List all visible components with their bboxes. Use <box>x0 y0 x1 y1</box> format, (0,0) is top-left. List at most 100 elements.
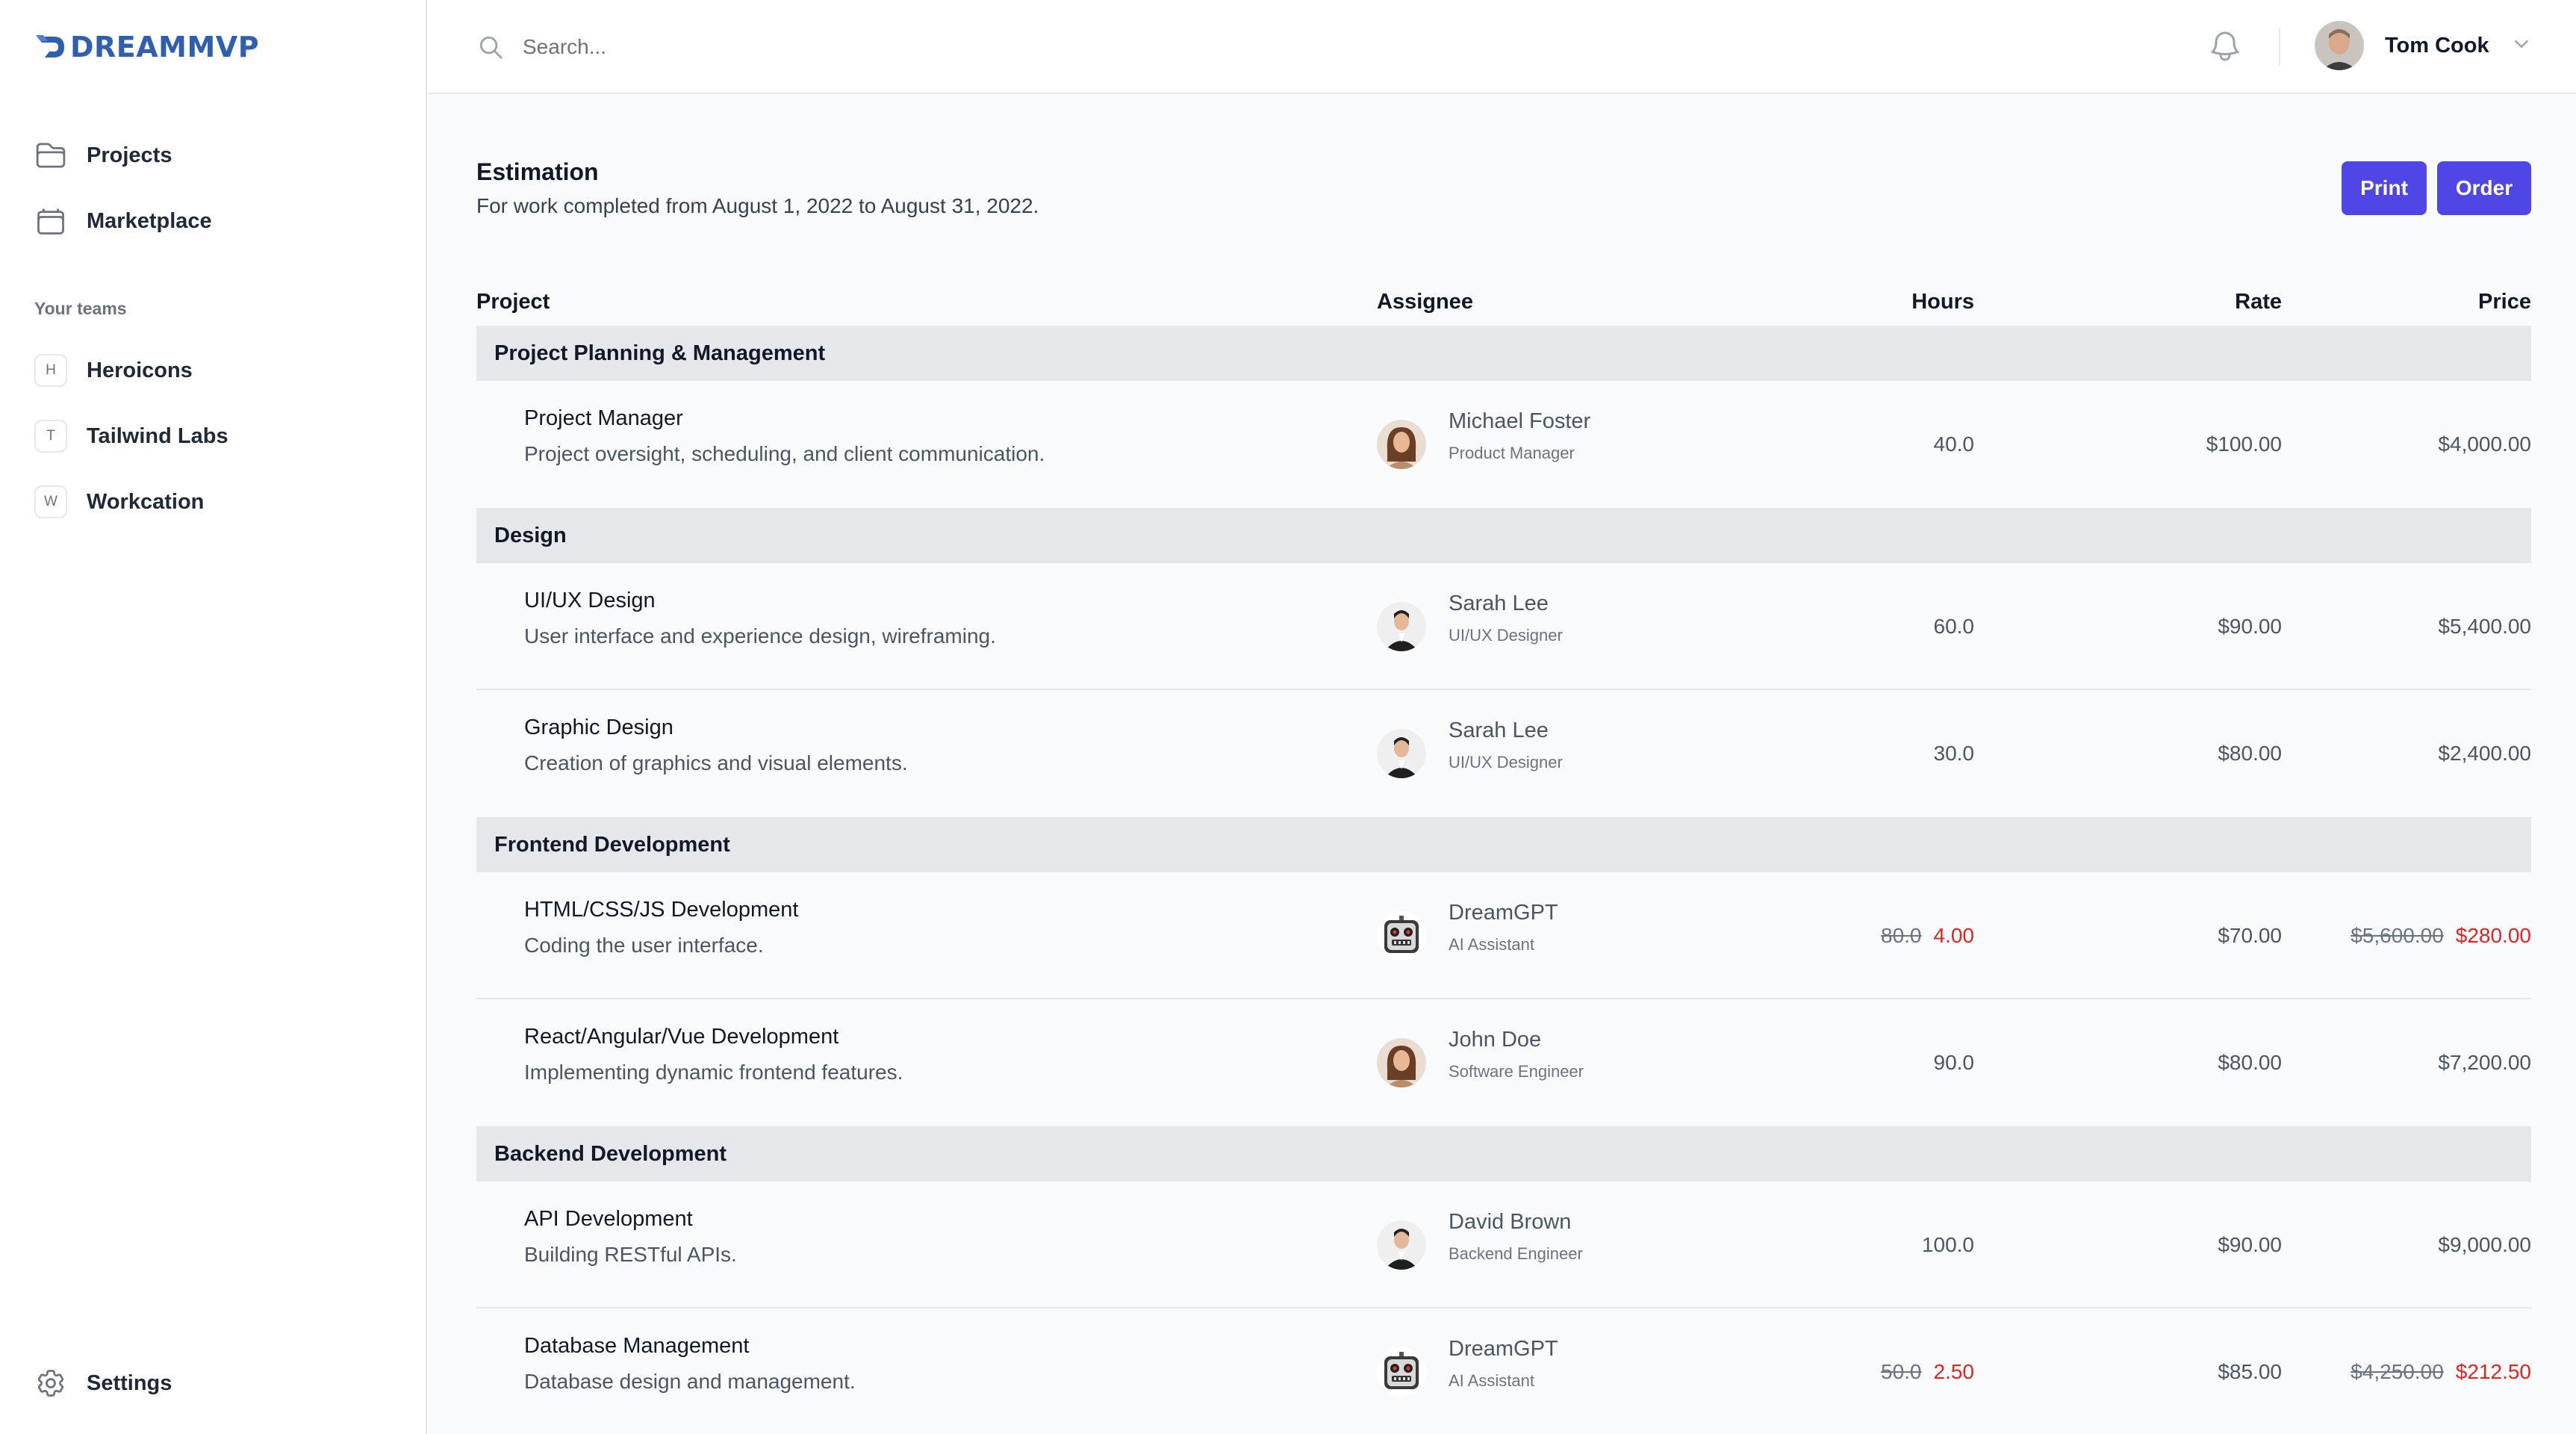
user-avatar <box>2315 21 2364 70</box>
section-header: Design <box>476 508 2531 563</box>
hours-value: 30.0 <box>1933 742 1975 765</box>
assignee-role: AI Assistant <box>1449 1371 1534 1390</box>
assignee-name: John Doe <box>1449 1028 1542 1052</box>
section-header: Project Planning & Management <box>476 326 2531 381</box>
gear-icon <box>34 1367 67 1400</box>
assignee-name: Michael Foster <box>1449 409 1591 433</box>
price-value: $4,000.00 <box>2438 432 2531 456</box>
assignee-role: UI/UX Designer <box>1449 626 1563 645</box>
item-description: Project oversight, scheduling, and clien… <box>524 442 1045 465</box>
item-description: Building RESTful APIs. <box>524 1243 737 1266</box>
discounted-hours: 4.00 <box>1933 924 1975 947</box>
table-row[interactable]: Project Manager Project oversight, schedu… <box>476 381 2531 508</box>
sidebar-item-label: Tailwind Labs <box>87 423 228 448</box>
robot-avatar <box>1377 911 1426 960</box>
woman-avatar <box>1377 420 1426 469</box>
item-name: React/Angular/Vue Development <box>524 1025 839 1049</box>
main-content: Estimation For work completed from Augus… <box>429 96 2576 1434</box>
original-price: $5,600.00 <box>2351 924 2444 947</box>
column-header-project: Project <box>476 290 550 314</box>
section-header: Backend Development <box>476 1126 2531 1182</box>
sidebar-team-heroicons[interactable]: H Heroicons <box>34 348 193 393</box>
price-value: $7,200.00 <box>2438 1051 2531 1074</box>
table-row[interactable]: HTML/CSS/JS Development Coding the user i… <box>476 872 2531 999</box>
item-name: Graphic Design <box>524 716 673 739</box>
table-row[interactable]: Graphic Design Creation of graphics and v… <box>476 690 2531 817</box>
discounted-hours: 2.50 <box>1933 1360 1975 1383</box>
item-description: Creation of graphics and visual elements… <box>524 751 908 775</box>
robot-avatar <box>1377 1347 1426 1397</box>
price-cell: $4,250.00 $212.50 <box>2277 1309 2531 1434</box>
user-menu[interactable]: Tom Cook <box>2315 21 2533 70</box>
rate-value: $80.00 <box>2218 742 2282 765</box>
price-cell: $4,000.00 <box>2277 381 2531 508</box>
teams-heading: Your teams <box>34 299 127 318</box>
sidebar-team-workcation[interactable]: W Workcation <box>34 479 204 524</box>
assignee-role: AI Assistant <box>1449 935 1534 954</box>
sidebar-team-tailwind-labs[interactable]: T Tailwind Labs <box>34 414 228 459</box>
sidebar-item-projects[interactable]: Projects <box>34 133 172 178</box>
hours-cell: 100.0 <box>1750 1182 1974 1309</box>
assignee-role: Backend Engineer <box>1449 1244 1583 1263</box>
woman-avatar <box>1377 1038 1426 1087</box>
topbar-divider <box>2279 28 2280 66</box>
table-row[interactable]: React/Angular/Vue Development Implementin… <box>476 999 2531 1126</box>
column-header-assignee: Assignee <box>1377 290 1473 314</box>
assignee-role: Software Engineer <box>1449 1062 1584 1081</box>
item-description: User interface and experience design, wi… <box>524 624 996 648</box>
chevron-down-icon <box>2510 33 2533 59</box>
column-header-rate: Rate <box>2235 290 2282 314</box>
assignee-name: Sarah Lee <box>1449 592 1549 615</box>
hours-cell: 60.0 <box>1750 563 1975 690</box>
original-hours: 50.0 <box>1881 1360 1922 1383</box>
team-initial-badge: T <box>34 420 67 453</box>
rate-value: $80.00 <box>2218 1051 2282 1074</box>
sidebar-item-label: Workcation <box>87 489 205 514</box>
rate-cell: $100.00 <box>2058 381 2282 508</box>
hours-value: 90.0 <box>1933 1051 1975 1074</box>
sidebar-item-label: Marketplace <box>87 208 212 233</box>
sidebar: DREAMMVP Projects Marketplace Your teams… <box>0 0 427 1434</box>
item-description: Database design and management. <box>524 1370 856 1393</box>
man-suit-avatar <box>1377 602 1426 651</box>
order-button[interactable]: Order <box>2437 161 2531 215</box>
logo-mark-icon <box>36 35 64 58</box>
original-price: $4,250.00 <box>2351 1360 2444 1383</box>
rate-cell: $70.00 <box>2058 872 2282 999</box>
rate-value: $70.00 <box>2218 924 2282 947</box>
search-input[interactable] <box>523 27 1568 67</box>
print-button[interactable]: Print <box>2342 161 2427 215</box>
table-row[interactable]: UI/UX Design User interface and experienc… <box>476 563 2531 690</box>
item-name: API Development <box>524 1207 693 1231</box>
price-cell: $9,000.00 <box>2277 1182 2531 1309</box>
hours-cell: 80.0 4.00 <box>1750 872 1974 999</box>
topbar: Tom Cook <box>429 0 2576 94</box>
hours-cell: 50.0 2.50 <box>1750 1309 1974 1434</box>
rate-value: $100.00 <box>2206 432 2282 456</box>
sidebar-item-marketplace[interactable]: Marketplace <box>34 199 212 243</box>
team-initial-badge: H <box>34 354 67 387</box>
sidebar-item-label: Heroicons <box>87 358 193 382</box>
rate-value: $85.00 <box>2218 1360 2282 1383</box>
team-initial-badge: W <box>34 485 67 518</box>
sidebar-item-settings[interactable]: Settings <box>34 1361 172 1406</box>
column-header-hours: Hours <box>1911 290 1974 314</box>
man-suit-avatar <box>1377 729 1426 778</box>
search-icon <box>476 33 505 65</box>
assignee-role: UI/UX Designer <box>1449 753 1563 772</box>
price-value: $9,000.00 <box>2438 1233 2531 1256</box>
brand-logo[interactable]: DREAMMVP <box>34 30 259 64</box>
price-cell: $7,200.00 <box>2277 999 2531 1126</box>
item-name: UI/UX Design <box>524 589 656 612</box>
page-subtitle: For work completed from August 1, 2022 t… <box>476 194 1039 217</box>
bell-icon[interactable] <box>2207 28 2243 68</box>
rate-value: $90.00 <box>2218 1233 2282 1256</box>
hours-value: 60.0 <box>1933 615 1975 638</box>
assignee-name: David Brown <box>1449 1210 1572 1234</box>
assignee-name: DreamGPT <box>1449 1337 1558 1361</box>
table-row[interactable]: API Development Building RESTful APIs. Dav… <box>476 1182 2531 1309</box>
discounted-price: $280.00 <box>2455 924 2531 947</box>
table-row[interactable]: Database Management Database design and m… <box>476 1309 2531 1434</box>
item-name: Database Management <box>524 1334 750 1358</box>
rate-cell: $85.00 <box>2058 1309 2282 1434</box>
